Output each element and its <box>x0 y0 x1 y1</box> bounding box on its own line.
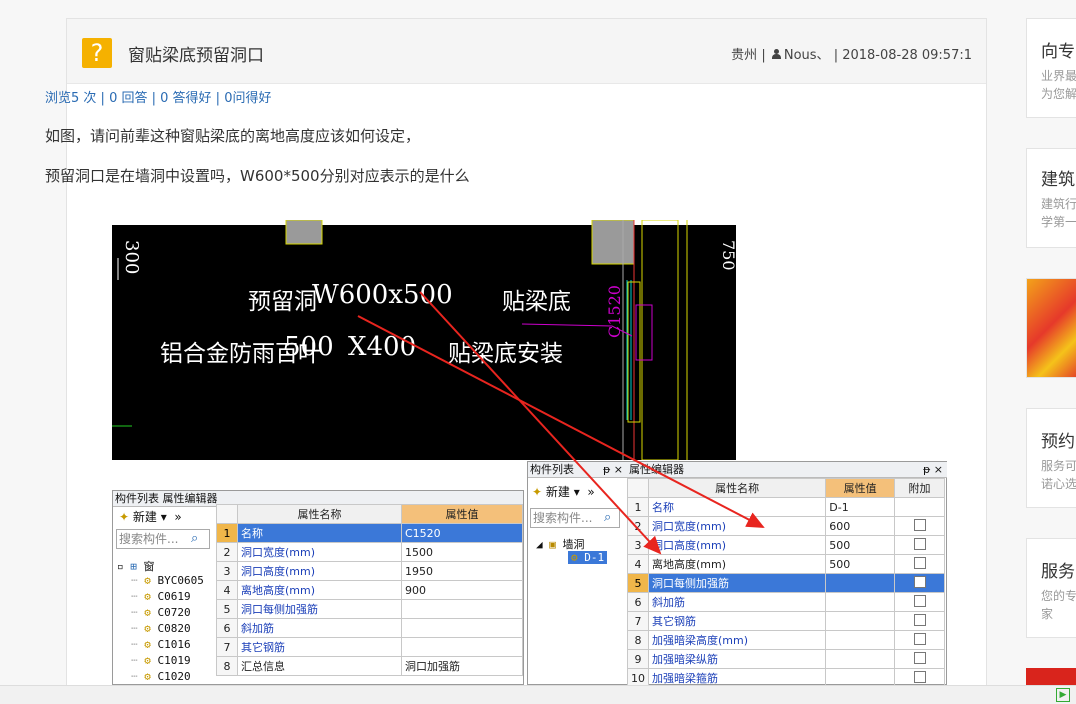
table-row[interactable]: 6 斜加筋 <box>216 618 524 638</box>
checkbox[interactable] <box>913 518 926 531</box>
sidebar-card-booking[interactable]: 预约 服务可 诺心选 <box>1026 408 1076 508</box>
sidebar-card-service[interactable]: 服务 您的专 家 <box>1026 538 1076 638</box>
question-body-line-2: 预留洞口是在墙洞中设置吗，W600*500分别对应表示的是什么 <box>45 167 470 185</box>
table-row[interactable]: 4 离地高度(mm) 500 <box>627 554 945 574</box>
table-row[interactable]: 1 名称 C1520 <box>216 523 524 543</box>
left-dialog-screenshot: 构件列表 属性编辑器 ✦ 新建 ▾ » 搜索构件... ⌕ ▫ ⊞ 窗 ┄ ⚙ … <box>112 490 524 685</box>
cad-dim-300: 300 <box>121 240 142 275</box>
table-row[interactable]: 5 洞口每侧加强筋 <box>216 599 524 619</box>
question-meta: 贵州 | Nous、 | 2018-08-28 09:57:1 <box>731 48 972 63</box>
left-new-button[interactable]: ✦ 新建 ▾ » <box>119 508 182 525</box>
right-col-value: 属性值 <box>825 478 896 498</box>
search-icon[interactable]: ⌕ <box>604 510 611 525</box>
question-stats: 浏览5 次 | 0 回答 | 0 答得好 | 0问得好 <box>45 91 272 106</box>
search-icon[interactable]: ⌕ <box>191 531 198 546</box>
answers-count[interactable]: 0 回答 <box>109 91 147 106</box>
component-gear-icon: ⚙ <box>144 638 151 651</box>
right-new-button[interactable]: ✦ 新建 ▾ » <box>532 483 595 500</box>
right-list-title: 构件列表 ᵽ × <box>528 462 627 478</box>
new-component-icon: ✦ <box>119 510 130 524</box>
right-col-extra: 附加 <box>894 478 945 498</box>
sidebar-card-expert[interactable]: 向专 业界最 为您解 <box>1026 18 1076 118</box>
checkbox[interactable] <box>913 594 926 607</box>
tree-root-wall-hole[interactable]: ◢ ▣ 墙洞 <box>536 536 585 552</box>
table-row[interactable]: 8 加强暗梁高度(mm) <box>627 630 945 650</box>
tree-item[interactable]: ┄ ⚙ C0820 <box>131 622 191 635</box>
play-icon[interactable]: ▶ <box>1056 688 1070 702</box>
component-gear-icon: ⚙ <box>144 590 151 603</box>
cad-dim-750: 750 <box>719 240 736 271</box>
good-answers-count[interactable]: 0 答得好 <box>160 91 211 106</box>
checkbox[interactable] <box>913 575 926 588</box>
cad-text-size: W600x500 <box>312 280 453 310</box>
cad-text-500: 500 <box>284 332 334 362</box>
table-row[interactable]: 2 洞口宽度(mm) 600 <box>627 516 945 536</box>
good-questions-count[interactable]: 0问得好 <box>224 91 271 106</box>
table-row[interactable]: 3 洞口高度(mm) 500 <box>627 535 945 555</box>
table-row[interactable]: 7 其它钢筋 <box>627 611 945 631</box>
checkbox[interactable] <box>913 537 926 550</box>
table-row[interactable]: 6 斜加筋 <box>627 592 945 612</box>
post-datetime: 2018-08-28 09:57:1 <box>842 48 972 63</box>
checkbox[interactable] <box>913 556 926 569</box>
component-gear-icon: ⚙ <box>144 574 151 587</box>
component-gear-icon: ⚙ <box>144 622 151 635</box>
tree-item[interactable]: ┄ ⚙ C1019 <box>131 654 191 667</box>
tree-item[interactable]: ┄ ⚙ BYC0605 <box>131 574 204 587</box>
cad-text-install: 贴梁底安装 <box>448 341 563 367</box>
checkbox[interactable] <box>913 632 926 645</box>
sidebar-banner-image[interactable] <box>1026 278 1076 378</box>
table-row[interactable]: 7 其它钢筋 <box>216 637 524 657</box>
left-property-table: 属性名称 属性值 1 名称 C1520 2 洞口宽度(mm) 1500 3 洞口高度(mm) 19… <box>216 504 524 676</box>
question-title: 窗贴梁底预留洞口 <box>128 46 264 66</box>
left-col-name: 属性名称 <box>237 504 402 524</box>
tree-root-window[interactable]: ▫ ⊞ 窗 <box>117 558 155 574</box>
user-name[interactable]: Nous、 <box>784 48 830 63</box>
right-dialog-screenshot: 构件列表 ᵽ × 属性编辑器 ᵽ × ✦ 新建 ▾ » 搜索构件... ⌕ ◢ ▣… <box>527 461 947 688</box>
right-property-table: 属性名称 属性值 附加 1 名称 D-1 2 洞口宽度(mm) 600 3 洞口高度(mm) 500… <box>627 478 945 688</box>
component-gear-icon: ⚙ <box>144 654 151 667</box>
question-header: ? 窗贴梁底预留洞口 贵州 | Nous、 | 2018-08-28 09:57… <box>67 19 986 84</box>
tree-item[interactable]: ┄ ⚙ C0720 <box>131 606 191 619</box>
checkbox[interactable] <box>913 613 926 626</box>
sidebar-card-building[interactable]: 建筑 建筑行 学第一 <box>1026 148 1076 248</box>
left-col-value: 属性值 <box>400 504 524 524</box>
right-col-name: 属性名称 <box>647 478 827 498</box>
question-mark-icon: ? <box>82 38 112 68</box>
cad-text-under-beam: 贴梁底 <box>502 289 571 315</box>
tree-item-d1[interactable]: ⚙ D-1 <box>568 551 608 564</box>
views-count[interactable]: 浏览5 次 <box>45 91 96 106</box>
close-icon[interactable]: ᵽ × <box>923 462 943 477</box>
question-body-line-1: 如图，请问前辈这种窗贴梁底的离地高度应该如何设定， <box>45 127 421 145</box>
table-row[interactable]: 4 离地高度(mm) 900 <box>216 580 524 600</box>
cad-drawing-image: 300 预留洞 W600x500 贴梁底 铝合金防雨百叶 500 X400 贴梁… <box>112 220 736 460</box>
component-gear-icon: ⚙ <box>144 670 151 683</box>
location-text[interactable]: 贵州 <box>731 48 757 63</box>
table-row[interactable]: 1 名称 D-1 <box>627 497 945 517</box>
table-row[interactable]: 9 加强暗梁纵筋 <box>627 649 945 669</box>
table-row[interactable]: 2 洞口宽度(mm) 1500 <box>216 542 524 562</box>
cad-text-c1520: C1520 <box>605 285 624 338</box>
user-icon <box>771 49 781 59</box>
checkbox[interactable] <box>913 651 926 664</box>
right-editor-title: 属性编辑器 ᵽ × <box>627 462 947 478</box>
bottom-bar: ▶ <box>0 685 1076 704</box>
new-component-icon: ✦ <box>532 485 543 499</box>
table-row[interactable]: 5 洞口每侧加强筋 <box>627 573 945 593</box>
tree-item[interactable]: ┄ ⚙ C1016 <box>131 638 191 651</box>
component-gear-icon: ⚙ <box>144 606 151 619</box>
tree-item[interactable]: ┄ ⚙ C0619 <box>131 590 191 603</box>
checkbox[interactable] <box>913 670 926 683</box>
table-row[interactable]: 8 汇总信息 洞口加强筋 <box>216 656 524 676</box>
cad-text-x400: X400 <box>348 332 417 362</box>
cad-text-opening: 预留洞 <box>248 289 317 315</box>
table-row[interactable]: 3 洞口高度(mm) 1950 <box>216 561 524 581</box>
tree-item[interactable]: ┄ ⚙ C1020 <box>131 670 191 683</box>
